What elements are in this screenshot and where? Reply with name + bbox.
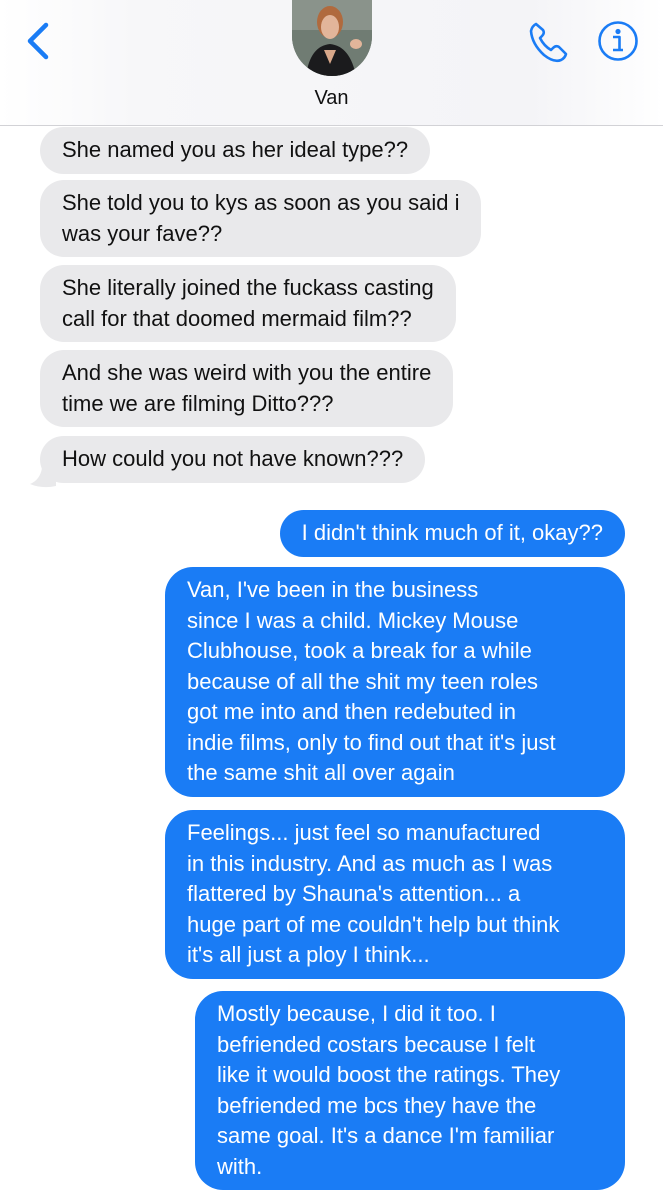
outgoing-message[interactable]: Van, I've been in the business since I w… [165, 567, 625, 797]
outgoing-message[interactable]: I didn't think much of it, okay?? [279, 510, 625, 557]
incoming-message[interactable]: How could you not have known??? [40, 436, 426, 483]
back-button[interactable] [20, 20, 60, 62]
outgoing-message[interactable]: Mostly because, I did it too. I befriend… [195, 991, 625, 1190]
details-button[interactable] [596, 19, 640, 63]
incoming-message[interactable]: She told you to kys as soon as you said … [40, 180, 482, 257]
incoming-message[interactable]: She named you as her ideal type?? [40, 127, 431, 174]
outgoing-message[interactable]: Feelings... just feel so manufactured in… [165, 810, 625, 979]
avatar-photo [292, 0, 372, 76]
info-icon [598, 21, 638, 61]
call-button[interactable] [524, 18, 572, 66]
phone-icon [529, 22, 568, 63]
chevron-left-icon [27, 22, 49, 60]
incoming-message[interactable]: She literally joined the fuckass casting… [40, 265, 456, 342]
contact-name[interactable]: Van [0, 87, 663, 110]
contact-avatar[interactable] [292, 0, 372, 76]
chat-header: Van [0, 0, 663, 126]
incoming-message[interactable]: And she was weird with you the entire ti… [40, 350, 454, 427]
